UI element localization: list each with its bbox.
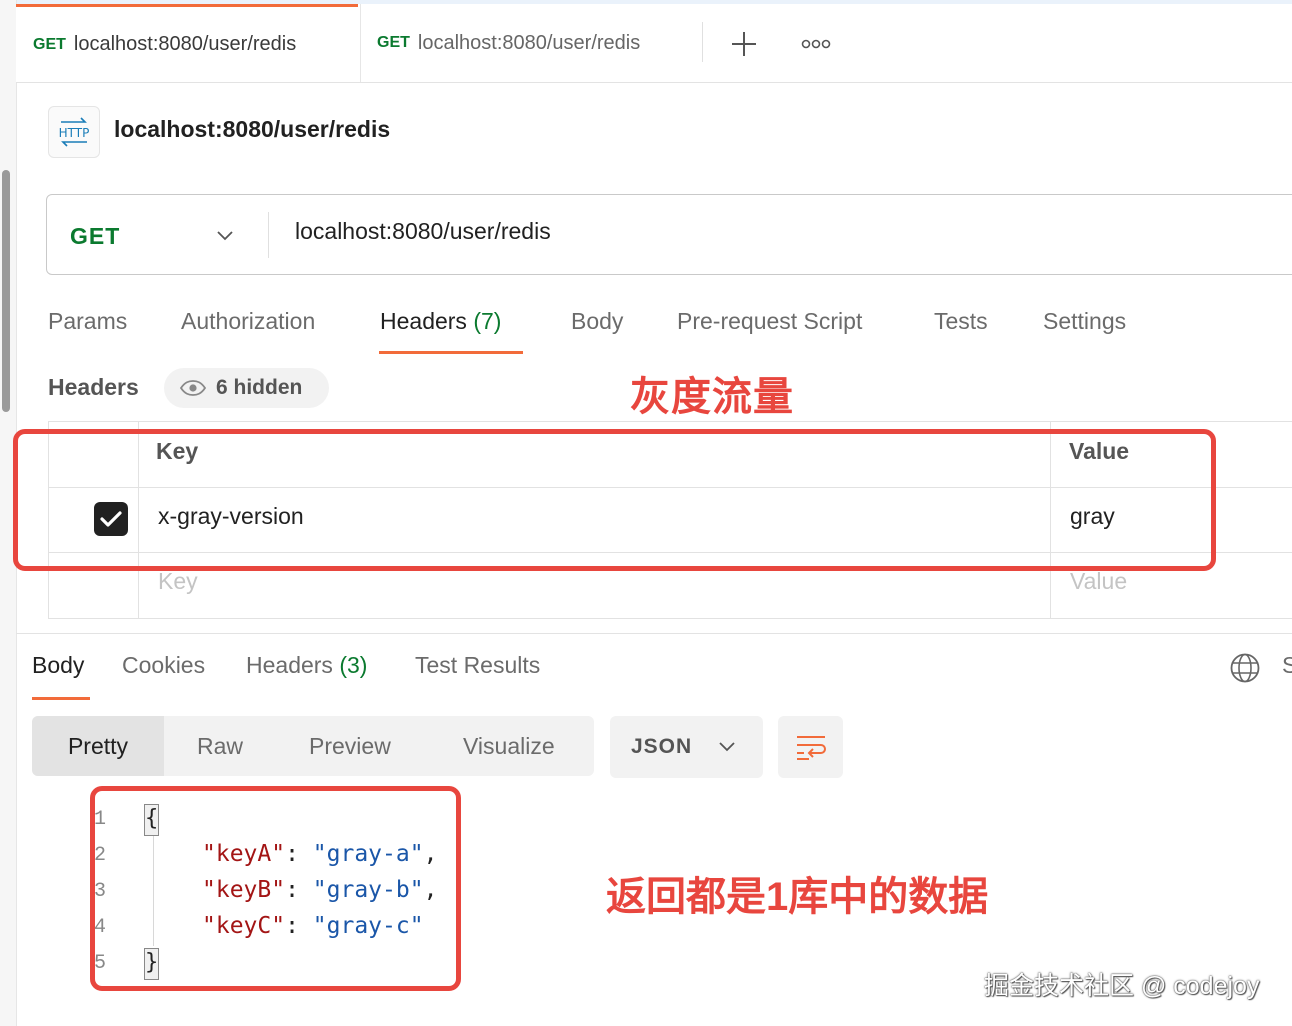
truncated-label[interactable]: S (1282, 652, 1292, 679)
chevron-down-icon (217, 231, 233, 241)
annotation-gray-traffic: 灰度流量 (630, 375, 794, 419)
response-tab-headers[interactable]: Headers (3) (246, 652, 367, 679)
tab-body[interactable]: Body (571, 308, 623, 335)
hidden-count-label: 6 hidden (216, 376, 303, 399)
tab-tests[interactable]: Tests (934, 308, 988, 335)
new-header-value-input[interactable]: Value (1070, 568, 1127, 595)
http-icon: HTTP (48, 106, 100, 158)
scrollbar-thumb[interactable] (2, 170, 10, 412)
tab-separator (702, 22, 703, 62)
tab-url: localhost:8080/user/redis (417, 31, 641, 54)
view-raw[interactable]: Raw (197, 716, 243, 776)
tab-settings[interactable]: Settings (1043, 308, 1126, 335)
url-input[interactable]: localhost:8080/user/redis (295, 218, 551, 245)
url-divider (268, 212, 269, 258)
tab-headers[interactable]: Headers (7) (380, 308, 501, 335)
request-tab-1[interactable]: GET localhost:8080/user/redis (16, 4, 358, 82)
request-tab-2[interactable]: GET localhost:8080/user/redis (360, 4, 700, 82)
view-pretty[interactable]: Pretty (32, 716, 164, 776)
method-select[interactable]: GET (70, 218, 240, 254)
tab-method: GET (33, 35, 66, 53)
response-tab-cookies[interactable]: Cookies (122, 652, 205, 679)
table-border (48, 618, 1292, 619)
wrap-lines-button[interactable] (778, 716, 843, 778)
tab-params[interactable]: Params (48, 308, 127, 335)
request-tabs-bar: GET localhost:8080/user/redis GET localh… (16, 4, 1292, 83)
annotation-box-body (90, 786, 461, 991)
response-tab-headers-count: (3) (339, 652, 368, 678)
tab-headers-label: Headers (380, 308, 467, 334)
new-header-key-input[interactable]: Key (158, 568, 198, 595)
new-tab-button[interactable] (722, 24, 766, 64)
format-label: JSON (631, 735, 693, 758)
method-label: GET (70, 222, 121, 249)
headers-section-title: Headers (48, 374, 139, 400)
eye-icon (180, 380, 206, 396)
globe-icon[interactable] (1228, 651, 1262, 685)
view-preview[interactable]: Preview (309, 716, 391, 776)
response-tab-headers-label: Headers (246, 652, 333, 678)
annotation-box-headers (13, 429, 1216, 571)
active-response-tab-underline (32, 697, 90, 700)
chevron-down-icon (719, 742, 735, 752)
format-select[interactable]: JSON (610, 716, 763, 778)
view-visualize[interactable]: Visualize (463, 716, 555, 776)
http-icon-text: HTTP (59, 126, 90, 140)
more-icon (801, 39, 831, 49)
more-tabs-button[interactable] (794, 24, 838, 64)
tab-url: localhost:8080/user/redis (73, 33, 297, 55)
tab-method: GET (377, 34, 410, 51)
tab-authorization[interactable]: Authorization (181, 308, 315, 335)
response-divider (16, 633, 1292, 634)
active-tab-underline (379, 351, 523, 354)
hidden-headers-toggle[interactable]: 6 hidden (164, 368, 329, 408)
annotation-body-note: 返回都是1库中的数据 (606, 875, 989, 919)
plus-icon (732, 32, 756, 56)
response-tab-body[interactable]: Body (32, 652, 84, 679)
tab-pre-request-script[interactable]: Pre-request Script (677, 308, 862, 335)
tab-headers-count: (7) (473, 308, 502, 334)
watermark: 掘金技术社区 @ codejoy (984, 972, 1260, 1000)
wrap-lines-icon (796, 736, 826, 760)
response-tab-test-results[interactable]: Test Results (415, 652, 540, 679)
request-title: localhost:8080/user/redis (114, 116, 391, 142)
